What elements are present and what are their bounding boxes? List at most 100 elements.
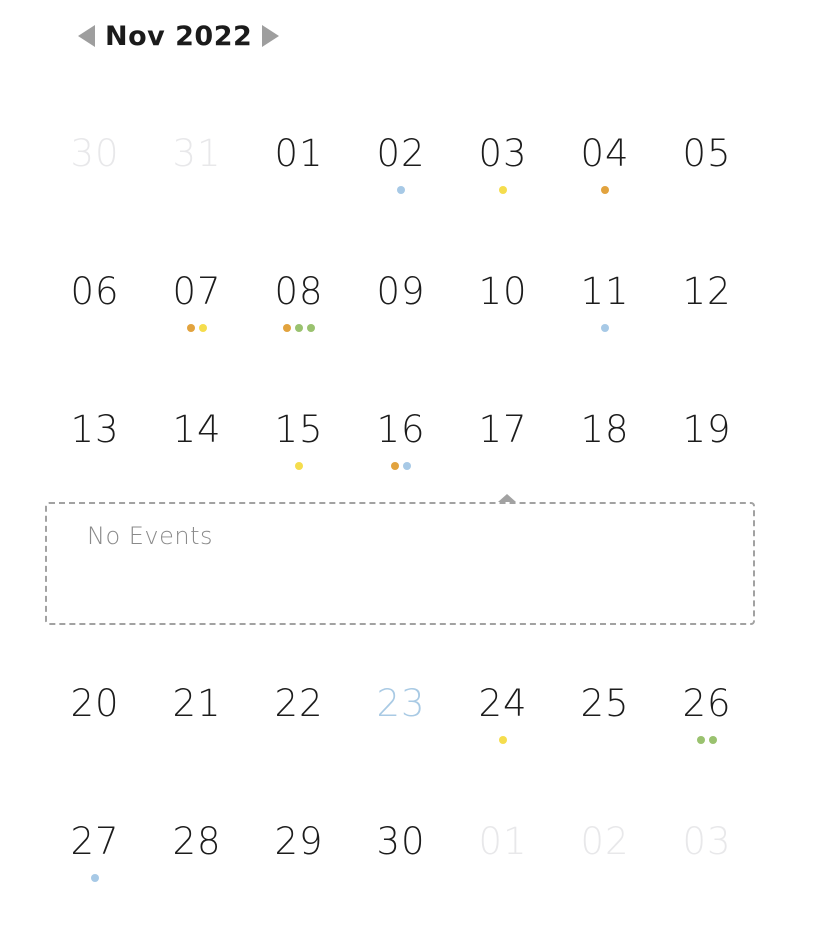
event-dots	[248, 462, 350, 470]
chevron-right-icon[interactable]	[262, 25, 280, 47]
week-row: 27 28 29 30 01 02 03	[44, 819, 758, 889]
event-dots	[146, 324, 248, 332]
event-dot-blue	[403, 462, 411, 470]
event-dot-blue	[397, 186, 405, 194]
day-cell[interactable]: 07	[146, 269, 248, 339]
day-cell[interactable]: 29	[248, 819, 350, 889]
day-cell[interactable]: 21	[146, 681, 248, 751]
event-dot-yellow	[499, 736, 507, 744]
month-header: Nov 2022	[78, 18, 280, 54]
day-number: 10	[478, 270, 528, 313]
day-cell[interactable]: 09	[350, 269, 452, 339]
day-number: 03	[478, 132, 528, 175]
day-cell[interactable]: 13	[44, 407, 146, 477]
day-cell[interactable]: 24	[452, 681, 554, 751]
event-dot-orange	[187, 324, 195, 332]
day-number: 20	[70, 682, 120, 725]
day-cell[interactable]: 19	[656, 407, 758, 477]
event-dot-orange	[283, 324, 291, 332]
day-number: 01	[478, 820, 528, 863]
day-cell[interactable]: 01	[248, 131, 350, 201]
day-number: 16	[376, 408, 426, 451]
day-cell[interactable]: 18	[554, 407, 656, 477]
event-dot-yellow	[199, 324, 207, 332]
day-cell[interactable]: 04	[554, 131, 656, 201]
week-row: 06 07 08 09 10 11 12	[44, 269, 758, 339]
day-cell[interactable]: 03	[452, 131, 554, 201]
day-cell[interactable]: 20	[44, 681, 146, 751]
day-number: 30	[376, 820, 426, 863]
day-cell[interactable]: 31	[146, 131, 248, 201]
day-cell[interactable]: 22	[248, 681, 350, 751]
day-cell[interactable]: 02	[350, 131, 452, 201]
day-number: 15	[274, 408, 324, 451]
day-number: 13	[70, 408, 120, 451]
event-panel-caret	[498, 494, 516, 502]
day-number: 07	[172, 270, 222, 313]
event-dot-yellow	[295, 462, 303, 470]
day-cell[interactable]: 08	[248, 269, 350, 339]
day-number: 14	[172, 408, 222, 451]
event-dot-green	[295, 324, 303, 332]
event-dots	[452, 736, 554, 744]
day-cell[interactable]: 06	[44, 269, 146, 339]
day-cell[interactable]: 15	[248, 407, 350, 477]
day-number: 27	[70, 820, 120, 863]
day-number: 24	[478, 682, 528, 725]
day-number: 17	[478, 408, 528, 451]
day-number: 21	[172, 682, 222, 725]
event-dot-green	[697, 736, 705, 744]
day-number: 08	[274, 270, 324, 313]
day-cell[interactable]: 28	[146, 819, 248, 889]
day-cell[interactable]: 02	[554, 819, 656, 889]
day-cell[interactable]: 11	[554, 269, 656, 339]
event-dot-orange	[391, 462, 399, 470]
day-number: 23	[376, 682, 426, 725]
day-number: 19	[682, 408, 732, 451]
chevron-left-icon[interactable]	[78, 25, 95, 47]
day-number: 31	[172, 132, 222, 175]
day-number: 09	[376, 270, 426, 313]
day-cell[interactable]: 27	[44, 819, 146, 889]
no-events-label: No Events	[87, 522, 214, 550]
event-dots	[350, 462, 452, 470]
event-dots	[554, 324, 656, 332]
day-cell[interactable]: 16	[350, 407, 452, 477]
event-panel: No Events	[45, 502, 755, 625]
day-number: 03	[682, 820, 732, 863]
event-dot-orange	[601, 186, 609, 194]
day-number: 02	[376, 132, 426, 175]
day-number: 04	[580, 132, 630, 175]
month-title: Nov 2022	[105, 20, 253, 52]
event-dots	[656, 736, 758, 744]
event-dots	[554, 186, 656, 194]
day-number: 29	[274, 820, 324, 863]
day-cell[interactable]: 26	[656, 681, 758, 751]
day-cell[interactable]: 14	[146, 407, 248, 477]
day-cell[interactable]: 30	[350, 819, 452, 889]
week-row: 30 31 01 02 03 04 05	[44, 131, 758, 201]
week-row: 13 14 15 16 17 18 19	[44, 407, 758, 477]
day-number: 30	[70, 132, 120, 175]
event-dots	[44, 874, 146, 882]
event-dots	[248, 324, 350, 332]
day-cell[interactable]: 05	[656, 131, 758, 201]
day-number: 11	[580, 270, 630, 313]
day-cell-selected[interactable]: 17	[452, 407, 554, 477]
event-dot-green	[307, 324, 315, 332]
day-number: 28	[172, 820, 222, 863]
day-cell[interactable]: 12	[656, 269, 758, 339]
day-number: 01	[274, 132, 324, 175]
day-number: 26	[682, 682, 732, 725]
day-cell[interactable]: 01	[452, 819, 554, 889]
day-cell[interactable]: 03	[656, 819, 758, 889]
day-cell[interactable]: 10	[452, 269, 554, 339]
day-cell[interactable]: 30	[44, 131, 146, 201]
event-dots	[350, 186, 452, 194]
day-number: 05	[682, 132, 732, 175]
day-number: 22	[274, 682, 324, 725]
day-number: 18	[580, 408, 630, 451]
day-number: 12	[682, 270, 732, 313]
day-cell-today[interactable]: 23	[350, 681, 452, 751]
day-cell[interactable]: 25	[554, 681, 656, 751]
